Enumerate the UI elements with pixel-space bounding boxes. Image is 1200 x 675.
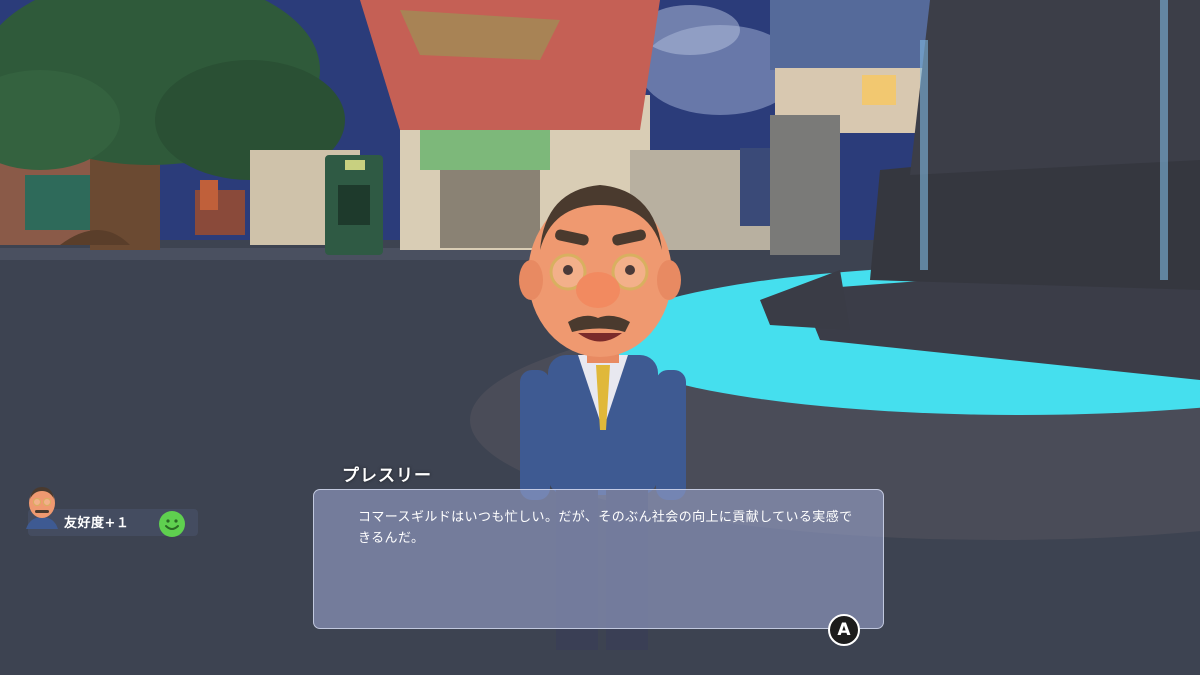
water-stream — [1160, 0, 1168, 280]
left-sleeve — [520, 370, 550, 500]
post-box-plate — [345, 160, 365, 170]
speaker-name: プレスリー — [342, 466, 432, 486]
striped-awning — [420, 130, 550, 170]
npc-portrait-icon — [26, 487, 58, 529]
left-ear — [519, 260, 543, 300]
stone-pillar — [770, 115, 840, 255]
dialog-box[interactable]: コマースギルドはいつも忙しい。だが、そのぶん社会の向上に貢献している実感できるん… — [313, 489, 884, 629]
dialog-text: コマースギルドはいつも忙しい。だが、そのぶん社会の向上に貢献している実感できるん… — [358, 510, 853, 546]
left-eye — [563, 265, 573, 275]
water-stream — [920, 40, 928, 270]
shop-shutter — [440, 170, 540, 248]
post-box-slot — [338, 185, 370, 225]
lit-window — [862, 75, 896, 105]
right-eye — [625, 265, 635, 275]
fountain-column — [910, 0, 1200, 175]
a-button-icon[interactable]: A — [828, 614, 860, 646]
right-ear — [657, 260, 681, 300]
friendship-gain-text: 友好度+１ — [64, 516, 130, 531]
nose — [576, 272, 620, 308]
hanging-banner — [740, 148, 770, 226]
friendship-notification: 友好度+１ — [22, 483, 198, 539]
right-sleeve — [656, 370, 686, 500]
smile-face-icon — [159, 511, 185, 537]
townsperson — [200, 180, 218, 210]
shop-window — [25, 175, 95, 230]
